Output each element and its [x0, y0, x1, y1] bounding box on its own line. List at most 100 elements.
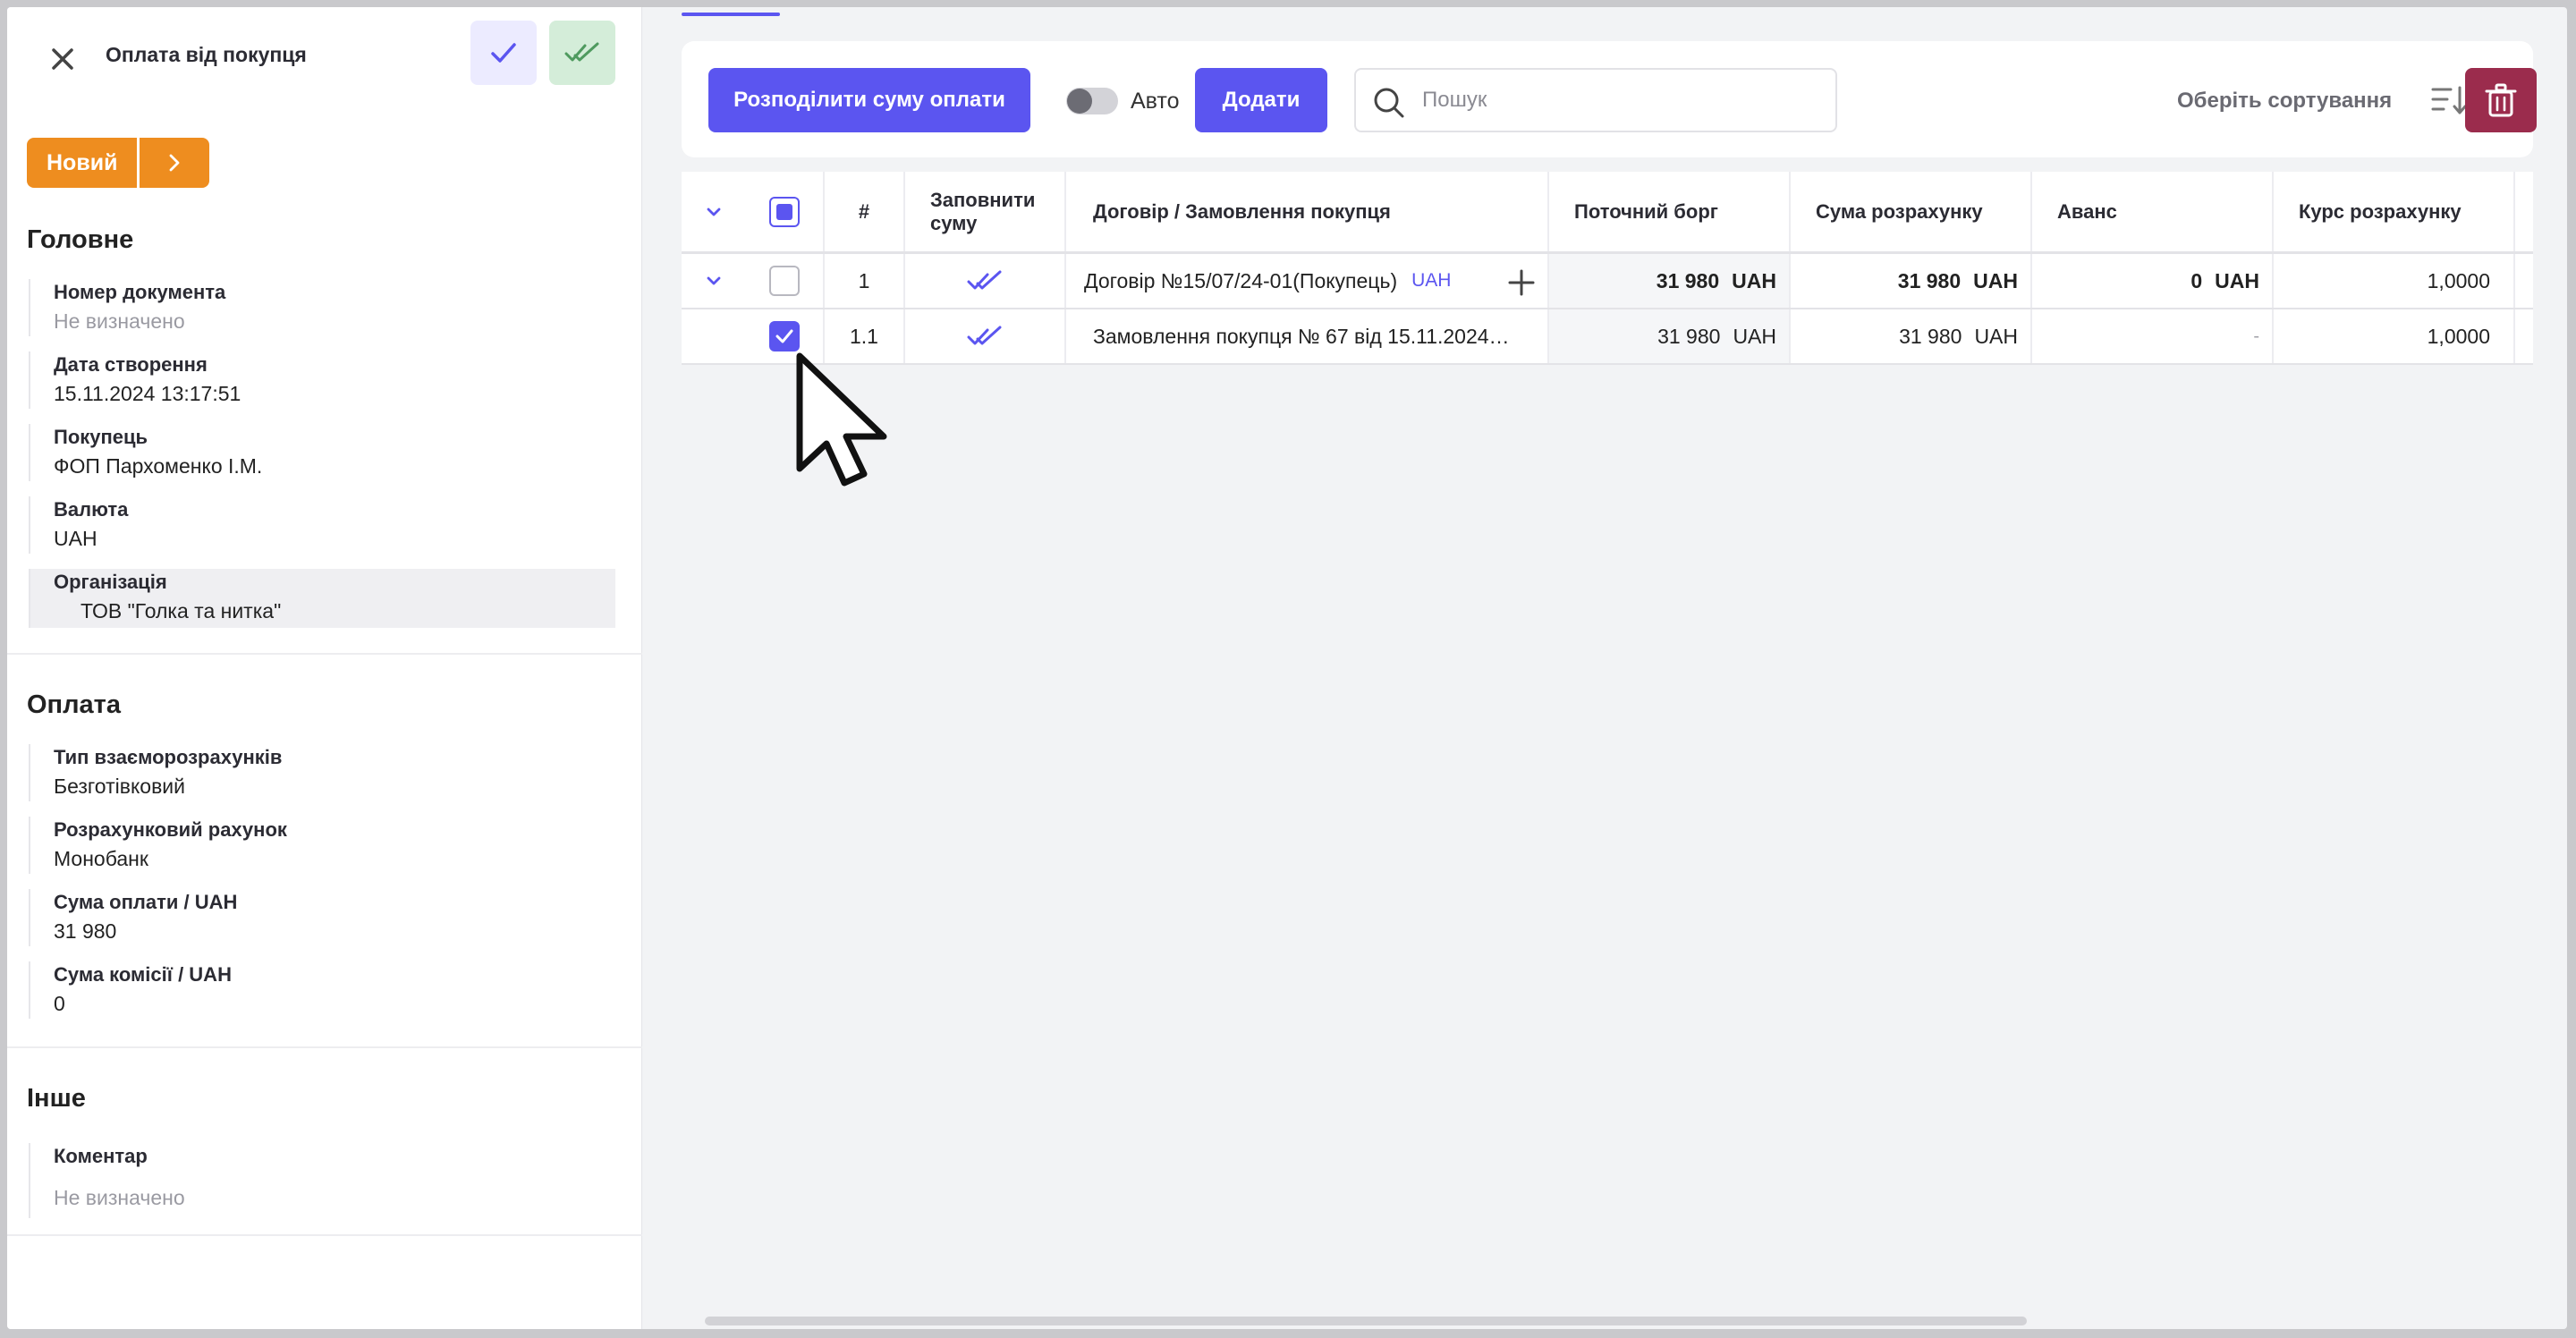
- sidebar-header: Оплата від покупця: [7, 7, 642, 106]
- document-cell: Замовлення покупця № 67 від 15.11.2024…: [1066, 309, 1549, 363]
- field-value: Не визначено: [54, 309, 185, 333]
- advance-cell[interactable]: 0 UAH: [2032, 254, 2274, 308]
- row-expand-placeholder: [682, 309, 746, 363]
- field-value: Не визначено: [54, 1186, 185, 1209]
- status-badge[interactable]: Новий: [27, 138, 138, 188]
- field-commission-sum[interactable]: Сума комісії / UAH 0: [29, 961, 615, 1019]
- header-document: Договір / Замовлення покупця: [1066, 172, 1549, 251]
- app-window: Оплата від покупця Новий Головне Номер д…: [7, 7, 2567, 1329]
- close-icon[interactable]: [43, 39, 82, 79]
- field-currency[interactable]: Валюта UAH: [29, 496, 615, 554]
- field-comment[interactable]: Коментар Не визначено: [29, 1143, 615, 1218]
- currency: UAH: [1732, 268, 1776, 292]
- fill-sum-button[interactable]: [905, 309, 1066, 363]
- field-created-date[interactable]: Дата створення 15.11.2024 13:17:51: [29, 351, 615, 409]
- confirm-all-button[interactable]: [549, 21, 615, 85]
- header-current-debt: Поточний борг: [1549, 172, 1791, 251]
- field-value: 0: [54, 992, 65, 1015]
- auto-toggle-label: Авто: [1131, 89, 1180, 114]
- row-checkbox-cell: [746, 254, 825, 308]
- double-check-icon: [967, 270, 1002, 290]
- row-number: 1.1: [825, 309, 905, 363]
- section-divider: [7, 1234, 642, 1236]
- chevron-down-icon: [707, 276, 721, 285]
- delete-button[interactable]: [2465, 68, 2537, 132]
- currency: UAH: [1733, 324, 1776, 348]
- table-row[interactable]: 1.1 Замовлення покупця № 67 від 15.11.20…: [682, 309, 2533, 365]
- row-expand-toggle[interactable]: [682, 254, 746, 308]
- field-label: Валюта: [54, 498, 129, 521]
- search-icon: [1374, 88, 1404, 118]
- field-settlement-type[interactable]: Тип взаєморозрахунків Безготівковий: [29, 744, 615, 801]
- header-advance: Аванс: [2032, 172, 2274, 251]
- confirm-button[interactable]: [470, 21, 537, 85]
- field-bank-account[interactable]: Розрахунковий рахунок Монобанк: [29, 817, 615, 874]
- row-number: 1: [825, 254, 905, 308]
- field-buyer[interactable]: Покупець ФОП Пархоменко І.М.: [29, 424, 615, 481]
- section-title-main: Головне: [27, 225, 134, 254]
- empty-value: -: [2253, 326, 2259, 346]
- expand-all-toggle[interactable]: [682, 172, 746, 251]
- sort-icon[interactable]: [2431, 84, 2467, 116]
- status-next-button[interactable]: [140, 138, 210, 188]
- field-organization[interactable]: Організація ТОВ "Голка та нитка": [29, 569, 615, 628]
- amount: 31 980: [1897, 268, 1962, 292]
- auto-toggle[interactable]: [1066, 88, 1118, 114]
- plus-icon[interactable]: [1506, 267, 1537, 298]
- table-row[interactable]: 1 Договір №15/07/24-01(Покупець) UAH 31 …: [682, 254, 2533, 309]
- section-title-other: Інше: [27, 1084, 86, 1113]
- section-divider: [7, 653, 642, 655]
- select-all-cell: [746, 172, 825, 251]
- amount: 31 980: [1899, 324, 1962, 348]
- double-check-icon: [967, 326, 1002, 345]
- fill-sum-button[interactable]: [905, 254, 1066, 308]
- row-checkbox[interactable]: [769, 321, 800, 351]
- advance-cell[interactable]: -: [2032, 309, 2274, 363]
- chevron-down-icon: [707, 207, 721, 216]
- field-label: Дата створення: [54, 353, 208, 376]
- field-value: UAH: [54, 527, 97, 550]
- document-cell: Договір №15/07/24-01(Покупець) UAH: [1066, 254, 1549, 308]
- field-label: Організація: [54, 571, 167, 593]
- header-number: #: [825, 172, 905, 251]
- field-label: Тип взаєморозрахунків: [54, 746, 283, 768]
- document-title: Оплата від покупця: [106, 43, 307, 66]
- field-label: Коментар: [54, 1145, 148, 1167]
- amount: 31 980: [1657, 324, 1721, 348]
- row-checkbox[interactable]: [769, 266, 800, 296]
- document-currency: UAH: [1411, 270, 1452, 291]
- check-icon: [775, 329, 793, 343]
- field-value: Монобанк: [54, 847, 148, 870]
- trash-icon: [2485, 83, 2517, 117]
- field-value: 15.11.2024 13:17:51: [54, 382, 242, 405]
- field-label: Покупець: [54, 426, 148, 448]
- field-value: ТОВ "Голка та нитка": [80, 599, 282, 622]
- currency: UAH: [1974, 324, 2018, 348]
- section-title-payment: Оплата: [27, 690, 121, 719]
- field-label: Номер документа: [54, 281, 226, 303]
- settlement-sum-cell[interactable]: 31 980 UAH: [1791, 254, 2032, 308]
- distribute-sum-button[interactable]: Розподілити суму оплати: [708, 68, 1030, 132]
- toggle-knob: [1067, 89, 1092, 114]
- select-all-checkbox[interactable]: [769, 196, 800, 227]
- field-payment-sum[interactable]: Сума оплати / UAH 31 980: [29, 889, 615, 946]
- field-value: 31 980: [54, 919, 117, 943]
- add-button[interactable]: Додати: [1195, 68, 1327, 132]
- rate-cell[interactable]: 1,0000: [2274, 254, 2515, 308]
- rate-cell[interactable]: 1,0000: [2274, 309, 2515, 363]
- toolbar: Розподілити суму оплати Авто Додати Обер…: [682, 41, 2537, 157]
- settlement-sum-cell[interactable]: 31 980 UAH: [1791, 309, 2032, 363]
- currency: UAH: [1973, 268, 2018, 292]
- document-name: Замовлення покупця № 67 від 15.11.2024…: [1093, 324, 1510, 348]
- horizontal-scrollbar[interactable]: [705, 1317, 2027, 1325]
- active-tab-indicator: [682, 13, 780, 16]
- field-value: ФОП Пархоменко І.М.: [54, 454, 263, 478]
- chevron-right-icon: [170, 154, 180, 172]
- field-label: Сума комісії / UAH: [54, 963, 232, 986]
- sort-select[interactable]: Оберіть сортування: [2177, 88, 2392, 114]
- search-input[interactable]: [1422, 82, 1816, 118]
- double-check-icon: [564, 42, 599, 62]
- field-value: Безготівковий: [54, 775, 185, 798]
- field-document-number[interactable]: Номер документа Не визначено: [29, 279, 615, 336]
- amount: 31 980: [1656, 268, 1720, 292]
